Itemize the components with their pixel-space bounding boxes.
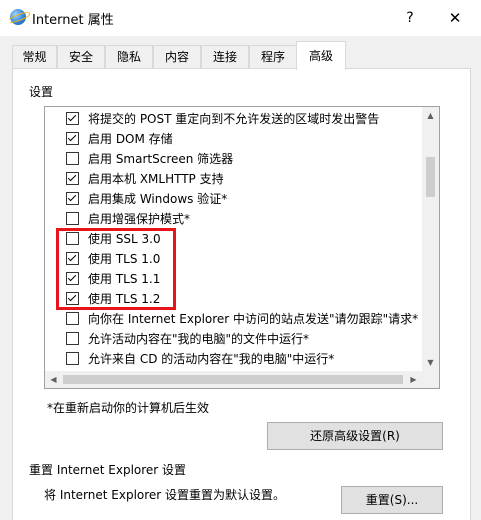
checkbox[interactable] [66,172,79,185]
tab-content[interactable]: 内容 [153,45,201,68]
checkbox[interactable] [66,192,79,205]
tab-general[interactable]: 常规 [12,45,57,68]
tab-security[interactable]: 安全 [57,45,105,68]
horizontal-scrollbar[interactable]: ◀ ▶ [45,371,439,388]
scroll-left-arrow-icon[interactable]: ◀ [45,371,62,388]
checkbox[interactable] [66,232,79,245]
checkbox[interactable] [66,352,79,365]
checkbox[interactable] [66,252,79,265]
tab-programs[interactable]: 程序 [249,45,297,68]
internet-options-icon [10,9,26,25]
option-label: 启用 DOM 存储 [88,132,173,146]
checkbox[interactable] [66,112,79,125]
scroll-down-arrow-icon[interactable]: ▼ [422,354,439,371]
checkbox[interactable] [66,292,79,305]
scroll-up-arrow-icon[interactable]: ▲ [422,107,439,124]
help-button[interactable]: ? [398,6,422,30]
scroll-right-arrow-icon[interactable]: ▶ [405,371,422,388]
settings-group-label: 设置 [29,85,54,99]
option-label: 使用 TLS 1.0 [88,252,161,266]
option-label: 向你在 Internet Explorer 中访问的站点发送"请勿跟踪"请求* [88,312,419,326]
scrollbar-corner [422,371,439,388]
checkbox[interactable] [66,132,79,145]
checkbox[interactable] [66,152,79,165]
option-label: 将提交的 POST 重定向到不允许发送的区域时发出警告 [88,112,380,126]
reset-group-label: 重置 Internet Explorer 设置 [29,463,187,477]
option-label: 启用 SmartScreen 筛选器 [88,152,234,166]
vertical-scroll-thumb[interactable] [426,157,435,197]
option-label: 允许来自 CD 的活动内容在"我的电脑"中运行* [88,352,335,366]
title-bar: Internet 属性 ? ✕ [0,0,481,36]
vertical-scrollbar[interactable]: ▲ ▼ [422,107,439,371]
option-label: 使用 SSL 3.0 [88,232,161,246]
tab-advanced[interactable]: 高级 [296,41,346,70]
option-label: 启用增强保护模式* [88,212,191,226]
checkbox[interactable] [66,272,79,285]
reset-button[interactable]: 重置(S)... [341,486,443,514]
checkbox[interactable] [66,312,79,325]
option-label: 启用集成 Windows 验证* [88,192,228,206]
checkbox[interactable] [66,212,79,225]
window-title: Internet 属性 [32,13,114,28]
reset-description: 将 Internet Explorer 设置重置为默认设置。 [44,488,286,502]
checkbox[interactable] [66,332,79,345]
settings-list[interactable]: 将提交的 POST 重定向到不允许发送的区域时发出警告 启用 DOM 存储 启用… [44,106,440,389]
option-label: 启用本机 XMLHTTP 支持 [88,172,224,186]
tab-connections[interactable]: 连接 [201,45,249,68]
option-label: 使用 TLS 1.2 [88,292,161,306]
restore-advanced-settings-button[interactable]: 还原高级设置(R) [267,422,443,450]
tab-privacy[interactable]: 隐私 [105,45,153,68]
restart-note: *在重新启动你的计算机后生效 [47,401,210,415]
close-button[interactable]: ✕ [443,6,467,30]
option-label: 允许活动内容在"我的电脑"的文件中运行* [88,332,310,346]
option-label: 使用 TLS 1.1 [88,272,161,286]
horizontal-scroll-thumb[interactable] [63,375,403,384]
